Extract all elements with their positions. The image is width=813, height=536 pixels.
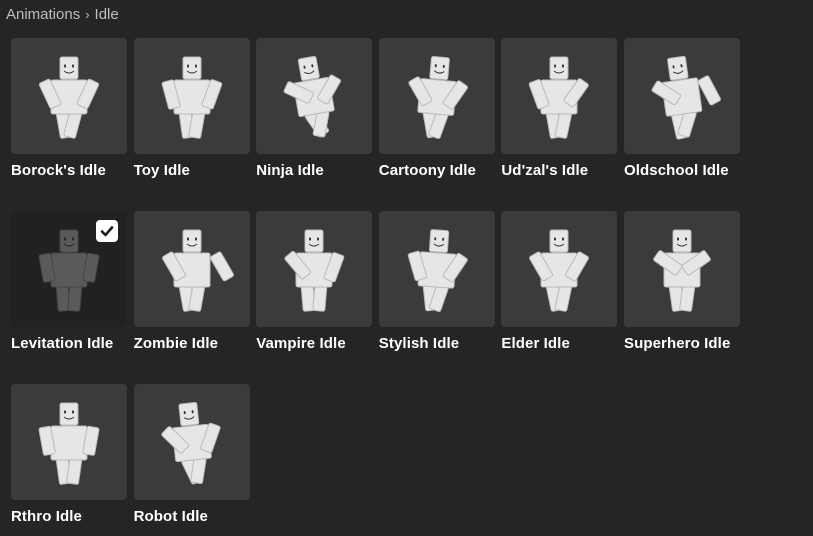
checkmark-icon <box>96 220 118 242</box>
item-tile[interactable]: Elder Idle <box>501 211 618 384</box>
item-name: Toy Idle <box>133 162 190 179</box>
item-tile[interactable]: Robot Idle <box>133 384 250 536</box>
item-thumbnail <box>11 211 127 327</box>
item-thumbnail <box>623 38 740 154</box>
item-name: Cartoony Idle <box>378 162 476 179</box>
item-tile[interactable]: Ud'zal's Idle <box>501 38 618 211</box>
avatar-pose-icon <box>529 56 590 139</box>
avatar-pose-icon <box>38 56 100 139</box>
item-tile[interactable]: Toy Idle <box>133 38 250 211</box>
avatar-pose-icon <box>529 229 590 312</box>
item-thumbnail <box>501 38 618 154</box>
item-name: Borock's Idle <box>11 162 106 179</box>
item-name: Elder Idle <box>501 335 570 352</box>
item-thumbnail <box>133 384 250 500</box>
item-name: Robot Idle <box>133 508 208 525</box>
item-name: Rthro Idle <box>11 508 82 525</box>
item-thumbnail <box>378 211 495 327</box>
item-tile[interactable]: Zombie Idle <box>133 211 250 384</box>
item-thumbnail <box>133 38 250 154</box>
item-thumbnail <box>11 384 127 500</box>
chevron-right-icon: › <box>85 6 90 22</box>
avatar-pose-icon <box>407 229 468 312</box>
item-name: Zombie Idle <box>133 335 219 352</box>
breadcrumb-current: Idle <box>94 5 119 23</box>
item-thumbnail <box>256 211 373 327</box>
item-thumbnail <box>133 211 250 327</box>
item-tile-selected[interactable]: Levitation Idle <box>11 211 127 384</box>
item-tile[interactable]: Cartoony Idle <box>378 38 495 211</box>
avatar-pose-icon <box>38 402 100 485</box>
avatar-pose-icon <box>160 401 221 485</box>
avatar-pose-icon <box>651 55 721 140</box>
item-thumbnail <box>256 38 373 154</box>
item-thumbnail <box>378 38 495 154</box>
item-name: Oldschool Idle <box>623 162 729 179</box>
idle-animations-page: Animations › Idle Borock's Idle Toy Idle… <box>0 0 813 536</box>
item-name: Superhero Idle <box>623 335 731 352</box>
animation-grid: Borock's Idle Toy Idle Ninja Idle Cartoo… <box>11 38 740 536</box>
avatar-pose-icon <box>283 55 342 138</box>
item-name: Vampire Idle <box>256 335 346 352</box>
item-tile[interactable]: Superhero Idle <box>623 211 740 384</box>
item-name: Ninja Idle <box>256 162 324 179</box>
breadcrumb-animations-link[interactable]: Animations <box>6 6 80 23</box>
item-tile[interactable]: Ninja Idle <box>256 38 373 211</box>
item-tile[interactable]: Borock's Idle <box>11 38 127 211</box>
item-tile[interactable]: Vampire Idle <box>256 211 373 384</box>
item-name: Stylish Idle <box>378 335 460 352</box>
avatar-pose-icon <box>284 229 345 312</box>
avatar-pose-icon <box>161 56 222 139</box>
item-thumbnail <box>11 38 127 154</box>
avatar-pose-icon <box>653 229 711 312</box>
breadcrumb: Animations › Idle <box>6 4 119 24</box>
item-tile[interactable]: Oldschool Idle <box>623 38 740 211</box>
item-thumbnail <box>623 211 740 327</box>
item-thumbnail <box>501 211 618 327</box>
avatar-pose-icon <box>161 229 234 312</box>
avatar-pose-icon <box>408 56 468 139</box>
item-name: Levitation Idle <box>11 335 114 352</box>
item-tile[interactable]: Rthro Idle <box>11 384 127 536</box>
item-name: Ud'zal's Idle <box>501 162 589 179</box>
item-tile[interactable]: Stylish Idle <box>378 211 495 384</box>
